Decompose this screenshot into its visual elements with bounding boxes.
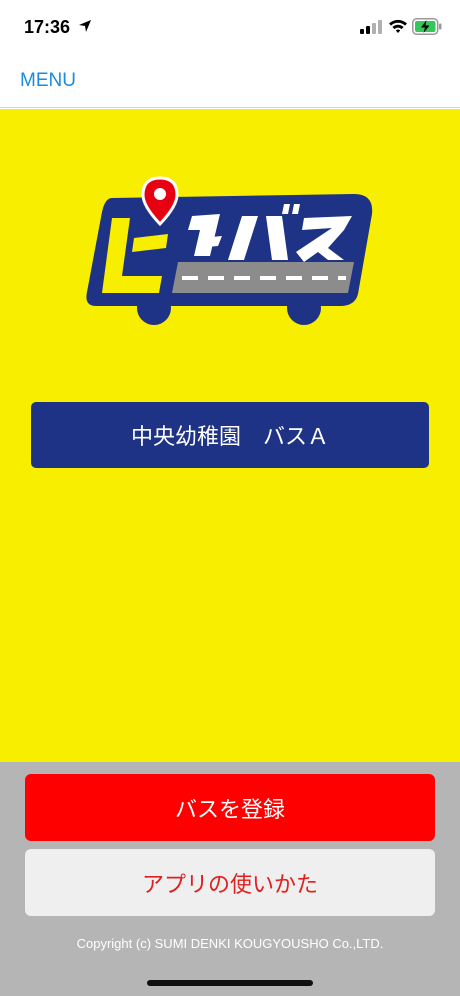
wifi-icon	[389, 19, 407, 33]
navigation-bar: MENU	[0, 54, 460, 108]
register-bus-button[interactable]: バスを登録	[25, 774, 435, 841]
pitabus-logo	[86, 176, 373, 325]
cellular-signal-icon	[360, 20, 382, 34]
main-panel: 中央幼稚園 バスＡ	[0, 109, 460, 762]
bottom-panel: バスを登録 アプリの使いかた Copyright (c) SUMI DENKI …	[0, 762, 460, 996]
bus-name-label: 中央幼稚園 バスＡ	[130, 425, 329, 450]
location-arrow-icon	[79, 20, 91, 32]
status-bar: 17:36	[0, 0, 460, 54]
menu-button[interactable]: MENU	[20, 70, 76, 92]
copyright-text: Copyright (c) SUMI DENKI KOUGYOUSHO Co.,…	[76, 936, 384, 951]
home-indicator[interactable]	[147, 980, 313, 986]
register-bus-label: バスを登録	[174, 797, 285, 823]
how-to-use-button[interactable]: アプリの使いかた	[25, 849, 435, 916]
bus-name-banner: 中央幼稚園 バスＡ	[31, 402, 429, 468]
how-to-use-label: アプリの使いかた	[141, 872, 318, 898]
battery-charging-icon	[412, 18, 442, 35]
status-time: 17:36	[24, 17, 71, 37]
